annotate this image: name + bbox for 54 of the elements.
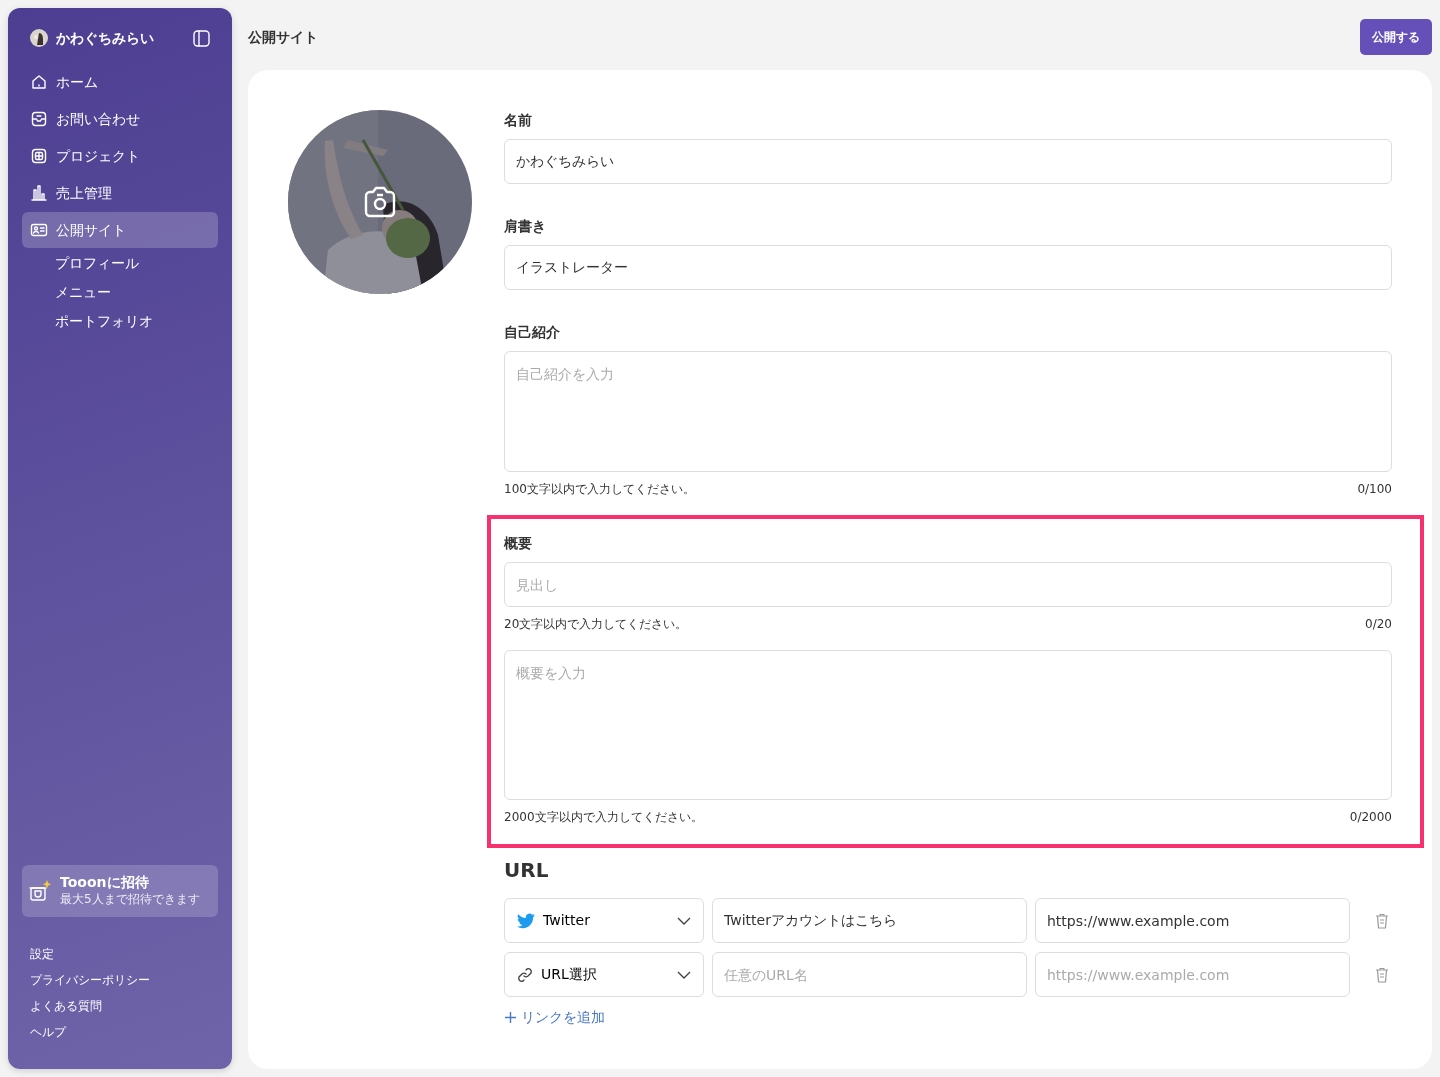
field-label: 概要	[504, 534, 533, 553]
service-dropdown[interactable]: URL選択	[504, 952, 704, 997]
field-label: 肩書き	[504, 217, 547, 236]
bird-icon	[517, 912, 535, 929]
camera-icon	[362, 184, 398, 220]
invite-title: Tooonに招待	[60, 874, 150, 892]
gift-icon	[28, 879, 52, 904]
input-field[interactable]: かわぐちみらい	[504, 139, 1392, 184]
chevron-down-icon	[677, 970, 691, 979]
input-field[interactable]: 任意のURL名	[712, 952, 1027, 997]
input-field[interactable]: https://www.example.com	[1035, 898, 1350, 943]
text-area[interactable]: 自己紹介を入力	[504, 351, 1392, 472]
footer-link[interactable]: ヘルプ	[22, 1019, 218, 1045]
nav-item[interactable]: 売上管理	[22, 175, 218, 211]
service-dropdown[interactable]: Twitter	[504, 898, 704, 943]
footer-link[interactable]: 設定	[22, 941, 218, 967]
footer-link[interactable]: プライバシーポリシー	[22, 967, 218, 993]
input-field[interactable]: Twitterアカウントはこちら	[712, 898, 1027, 943]
section-title: URL	[504, 858, 550, 882]
helper-text: 100文字以内で入力してください。	[504, 481, 695, 498]
subnav-item[interactable]: ポートフォリオ	[22, 307, 218, 336]
user-avatar	[30, 29, 48, 47]
field-label: 名前	[504, 111, 533, 130]
id-card-icon	[30, 221, 48, 239]
nav-item[interactable]: ホーム	[22, 64, 218, 100]
char-counter: 0/2000	[1349, 809, 1392, 826]
nav-item[interactable]: 公開サイト	[22, 212, 218, 248]
char-counter: 0/100	[1357, 481, 1392, 498]
helper-text: 20文字以内で入力してください。	[504, 616, 688, 633]
nav-item[interactable]: プロジェクト	[22, 138, 218, 174]
publish-button[interactable]: 公開する	[1360, 19, 1432, 55]
helper-text: 2000文字以内で入力してください。	[504, 809, 703, 826]
input-field[interactable]: イラストレーター	[504, 245, 1392, 290]
home-icon	[30, 73, 48, 91]
page-title: 公開サイト	[248, 27, 318, 47]
invite-card[interactable]: Tooonに招待 最大5人まで招待できます	[22, 865, 218, 917]
input-field[interactable]: 見出し	[504, 562, 1392, 607]
subnav-item[interactable]: メニュー	[22, 278, 218, 307]
invite-subtitle: 最大5人まで招待できます	[60, 891, 200, 908]
subnav-item[interactable]: プロフィール	[22, 249, 218, 278]
link-icon	[517, 966, 533, 983]
char-counter: 0/20	[1365, 616, 1392, 633]
grid-icon	[30, 147, 48, 165]
field-label: 自己紹介	[504, 323, 561, 342]
plus-icon	[504, 1011, 517, 1024]
footer-link[interactable]: よくある質問	[22, 993, 218, 1019]
inbox-icon	[30, 110, 48, 128]
chevron-down-icon	[677, 916, 691, 925]
add-link-button[interactable]: リンクを追加	[504, 1007, 605, 1028]
bar-chart-icon	[30, 184, 48, 202]
input-field[interactable]: https://www.example.com	[1035, 952, 1350, 997]
nav-item[interactable]: お問い合わせ	[22, 101, 218, 137]
user-name: かわぐちみらい	[56, 28, 155, 48]
text-area[interactable]: 概要を入力	[504, 650, 1392, 800]
